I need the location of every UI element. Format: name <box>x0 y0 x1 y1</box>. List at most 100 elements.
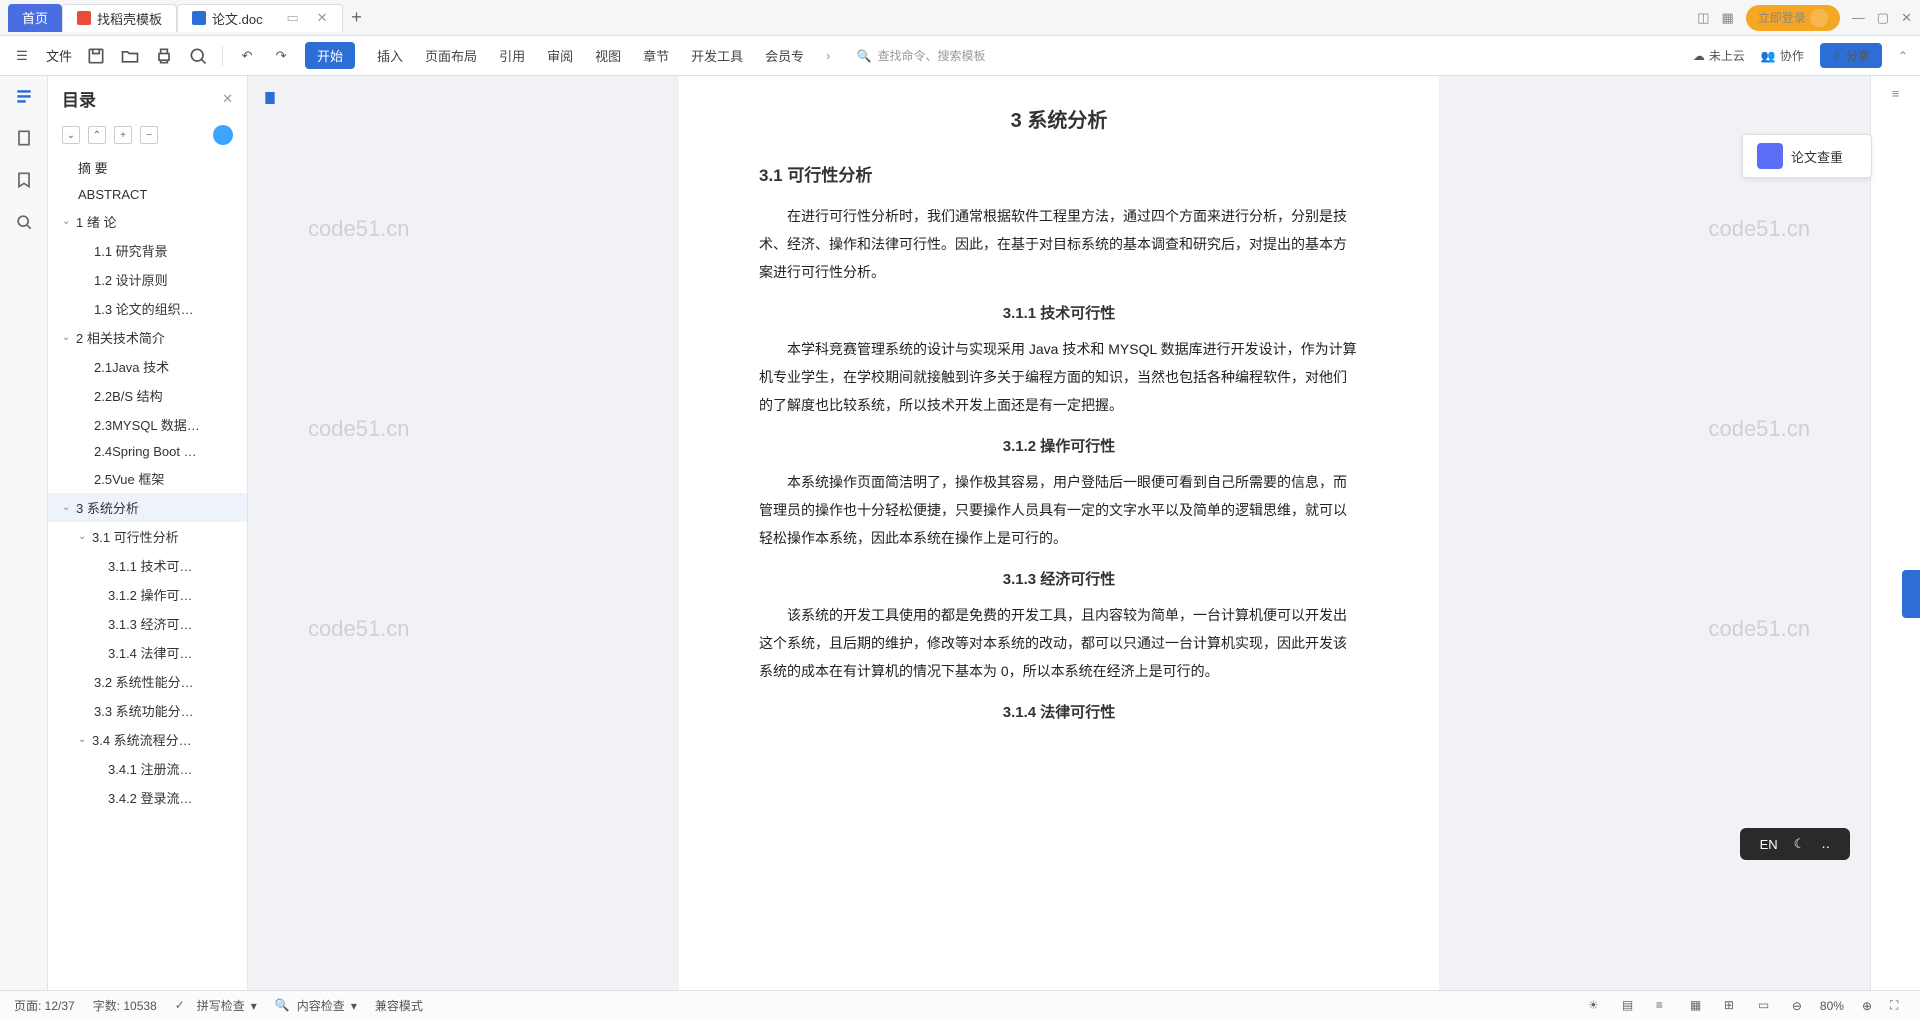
tab-home[interactable]: 首页 <box>8 4 62 32</box>
toc-item[interactable]: 2.5Vue 框架 <box>48 464 247 493</box>
heading-4: 3.1.3 经济可行性 <box>759 568 1359 589</box>
spell-check[interactable]: ✓拼写检查 ▾ <box>175 997 257 1014</box>
toc-item[interactable]: 1.3 论文的组织… <box>48 294 247 323</box>
toc-item[interactable]: 1.2 设计原则 <box>48 265 247 294</box>
search-rail-icon[interactable] <box>14 212 34 232</box>
minimize-icon[interactable]: — <box>1852 10 1865 25</box>
toc-item[interactable]: 3.1.3 经济可… <box>48 609 247 638</box>
folder-icon[interactable] <box>120 46 140 66</box>
menu-start[interactable]: 开始 <box>305 42 355 69</box>
menu-member[interactable]: 会员专 <box>765 46 804 65</box>
left-rail <box>0 76 48 990</box>
menu-dev[interactable]: 开发工具 <box>691 46 743 65</box>
menu-review[interactable]: 审阅 <box>547 46 573 65</box>
chevron-down-icon: ⌄ <box>62 502 74 513</box>
tab-templates[interactable]: 找稻壳模板 <box>62 4 177 32</box>
toc-item[interactable]: 3.1.2 操作可… <box>48 580 247 609</box>
login-button[interactable]: 立即登录 <box>1746 5 1840 31</box>
heading-4: 3.1.1 技术可行性 <box>759 302 1359 323</box>
paragraph: 该系统的开发工具使用的都是免费的开发工具，且内容较为简单，一台计算机便可以开发出… <box>759 601 1359 685</box>
compat-mode[interactable]: 兼容模式 <box>375 997 423 1014</box>
ime-indicator[interactable]: EN ☾ ‥ <box>1740 828 1850 860</box>
view-read-icon[interactable]: ⊞ <box>1724 998 1740 1014</box>
menu-layout[interactable]: 页面布局 <box>425 46 477 65</box>
ribbon-toggle-icon[interactable]: ⌃ <box>1898 49 1908 63</box>
toc-item[interactable]: 2.4Spring Boot … <box>48 439 247 464</box>
add-heading-icon[interactable]: + <box>114 126 132 144</box>
toc-item[interactable]: 3.1.1 技术可… <box>48 551 247 580</box>
toc-item[interactable]: ⌄1 绪 论 <box>48 207 247 236</box>
toc-item-active[interactable]: ⌄3 系统分析 <box>48 493 247 522</box>
outline-icon[interactable] <box>14 86 34 106</box>
fullscreen-icon[interactable]: ⛶ <box>1890 998 1906 1014</box>
toc-item[interactable]: 2.3MYSQL 数据… <box>48 410 247 439</box>
plagiarism-check-badge[interactable]: 论文查重 <box>1742 134 1872 178</box>
tab-window-icon[interactable]: ▭ <box>283 8 303 28</box>
toc-item[interactable]: 1.1 研究背景 <box>48 236 247 265</box>
share-button[interactable]: ⇧ 分享 <box>1820 43 1882 68</box>
zoom-level[interactable]: 80% <box>1820 999 1844 1013</box>
side-drawer-tab[interactable] <box>1902 570 1920 618</box>
word-count[interactable]: 字数: 10538 <box>93 997 157 1014</box>
expand-all-icon[interactable]: ⌃ <box>88 126 106 144</box>
close-sidebar-icon[interactable]: ✕ <box>222 91 233 107</box>
collab-button[interactable]: 👥协作 <box>1761 47 1804 64</box>
toc-item[interactable]: 3.4.1 注册流… <box>48 754 247 783</box>
toc-item[interactable]: 2.1Java 技术 <box>48 352 247 381</box>
moon-icon: ☾ <box>1794 836 1806 852</box>
undo-icon[interactable]: ↶ <box>237 46 257 66</box>
content-check[interactable]: 🔍内容检查 ▾ <box>275 997 357 1014</box>
zoom-out-icon[interactable]: ⊖ <box>1792 999 1802 1013</box>
clipboard-icon[interactable] <box>14 128 34 148</box>
search-box[interactable]: 🔍 查找命令、搜索模板 <box>857 47 986 64</box>
save-icon[interactable] <box>86 46 106 66</box>
file-menu[interactable]: 文件 <box>46 46 72 65</box>
toc-item[interactable]: 3.2 系统性能分… <box>48 667 247 696</box>
watermark: code51.cn <box>1708 216 1810 242</box>
panel-toggle-icon[interactable]: ≡ <box>1871 76 1920 111</box>
toc-sync-icon[interactable] <box>213 125 233 145</box>
collapse-all-icon[interactable]: ⌄ <box>62 126 80 144</box>
toc-item[interactable]: ⌄3.4 系统流程分… <box>48 725 247 754</box>
menu-insert[interactable]: 插入 <box>377 46 403 65</box>
tab-document[interactable]: 论文.doc▭✕ <box>177 4 342 32</box>
menu-view[interactable]: 视图 <box>595 46 621 65</box>
bookmark-icon[interactable] <box>14 170 34 190</box>
menu-ref[interactable]: 引用 <box>499 46 525 65</box>
toc-item[interactable]: 3.1.4 法律可… <box>48 638 247 667</box>
status-bar: 页面: 12/37 字数: 10538 ✓拼写检查 ▾ 🔍内容检查 ▾ 兼容模式… <box>0 990 1920 1020</box>
menu-chapter[interactable]: 章节 <box>643 46 669 65</box>
remove-heading-icon[interactable]: − <box>140 126 158 144</box>
toc-item[interactable]: ⌄2 相关技术简介 <box>48 323 247 352</box>
menu-more-icon[interactable]: › <box>826 48 830 63</box>
cloud-status[interactable]: ☁未上云 <box>1693 47 1745 64</box>
view-page-icon[interactable]: ▤ <box>1622 998 1638 1014</box>
page-indicator[interactable]: 页面: 12/37 <box>14 997 75 1014</box>
brightness-icon[interactable]: ☀ <box>1588 998 1604 1014</box>
toc-item[interactable]: 3.3 系统功能分… <box>48 696 247 725</box>
close-window-icon[interactable]: ✕ <box>1901 10 1912 26</box>
add-tab-button[interactable]: + <box>343 4 371 32</box>
share-icon: ⇧ <box>1832 49 1842 63</box>
page-header-icon[interactable] <box>262 90 278 106</box>
toc-item[interactable]: 3.4.2 登录流… <box>48 783 247 812</box>
chevron-down-icon: ⌄ <box>78 531 90 542</box>
document-area[interactable]: code51.cn code51.cn code51.cn code51.cn … <box>248 76 1870 990</box>
toc-item[interactable]: ABSTRACT <box>48 182 247 207</box>
view-focus-icon[interactable]: ▭ <box>1758 998 1774 1014</box>
view-outline-icon[interactable]: ≡ <box>1656 998 1672 1014</box>
zoom-in-icon[interactable]: ⊕ <box>1862 999 1872 1013</box>
print-icon[interactable] <box>154 46 174 66</box>
toc-item[interactable]: 摘 要 <box>48 153 247 182</box>
redo-icon[interactable]: ↷ <box>271 46 291 66</box>
menu-icon[interactable]: ☰ <box>12 46 32 66</box>
layout-icon[interactable]: ◫ <box>1697 10 1709 26</box>
preview-icon[interactable] <box>188 46 208 66</box>
right-panel: ≡ 论文查重 <box>1870 76 1920 990</box>
toc-item[interactable]: 2.2B/S 结构 <box>48 381 247 410</box>
toc-item[interactable]: ⌄3.1 可行性分析 <box>48 522 247 551</box>
close-tab-icon[interactable]: ✕ <box>317 10 328 26</box>
view-web-icon[interactable]: ▦ <box>1690 998 1706 1014</box>
apps-icon[interactable]: ▦ <box>1721 10 1733 26</box>
maximize-icon[interactable]: ▢ <box>1877 10 1889 26</box>
